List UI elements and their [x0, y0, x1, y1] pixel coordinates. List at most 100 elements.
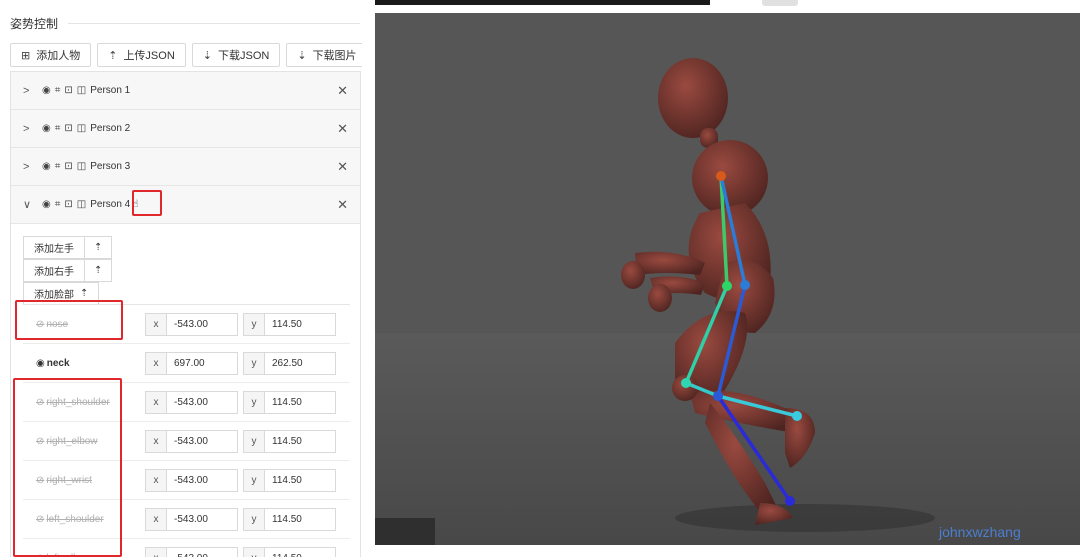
chevron-right-icon[interactable]: >: [23, 161, 39, 173]
x-input[interactable]: -543.00: [167, 390, 238, 414]
download-icon: ⇣: [297, 49, 307, 62]
x-label: x: [145, 468, 167, 492]
x-coordinate-field[interactable]: x 697.00: [145, 351, 238, 375]
y-label: y: [243, 390, 265, 414]
person-row[interactable]: > ◉ ⌗ ⊡ ◫ Person 1 ✕: [11, 72, 360, 110]
x-input[interactable]: -543.00: [167, 429, 238, 453]
add-left-hand-button[interactable]: 添加左手: [23, 236, 85, 259]
y-coordinate-field[interactable]: y 262.50: [243, 351, 336, 375]
person-name: Person 4: [90, 199, 131, 210]
eye-icon[interactable]: ◉: [42, 85, 51, 96]
upload-icon[interactable]: ⇡: [85, 236, 113, 259]
chevron-right-icon[interactable]: >: [23, 123, 39, 135]
unlock-icon[interactable]: ⊡: [64, 123, 72, 134]
eye-icon[interactable]: ◉: [36, 358, 45, 369]
keypoint-name[interactable]: ◉ neck: [36, 358, 70, 369]
add-person-label: 添加人物: [36, 50, 81, 62]
unlock-icon[interactable]: ⊡: [64, 161, 72, 172]
3d-viewport[interactable]: [375, 13, 1080, 545]
y-coordinate-field[interactable]: y114.50: [243, 546, 336, 557]
highlight-box: [132, 190, 162, 216]
upload-json-label: 上传JSON: [123, 50, 175, 62]
x-label: x: [145, 429, 167, 453]
keypoint-label: neck: [46, 357, 70, 369]
y-input[interactable]: 114.50: [265, 390, 336, 414]
close-icon[interactable]: ✕: [337, 197, 348, 213]
x-input[interactable]: -543.00: [167, 312, 238, 336]
add-right-hand-button[interactable]: 添加右手: [23, 259, 85, 282]
x-input[interactable]: -543.00: [167, 468, 238, 492]
y-coordinate-field[interactable]: y114.50: [243, 507, 336, 531]
mirror-icon[interactable]: ◫: [77, 85, 86, 96]
person-row[interactable]: > ◉ ⌗ ⊡ ◫ Person 3 ✕: [11, 148, 360, 186]
download-json-label: 下载JSON: [218, 50, 270, 62]
highlight-box: [13, 378, 122, 557]
download-json-button[interactable]: ⇣ 下载JSON: [191, 43, 281, 67]
unlock-icon[interactable]: ⊡: [64, 199, 72, 210]
y-coordinate-field[interactable]: y114.50: [243, 312, 336, 336]
upload-icon: ⇡: [108, 49, 118, 62]
eye-icon[interactable]: ◉: [42, 123, 51, 134]
focus-icon[interactable]: ⌗: [55, 85, 61, 96]
x-input[interactable]: -543.00: [167, 546, 238, 557]
panel-title: 姿势控制: [10, 16, 59, 31]
close-icon[interactable]: ✕: [337, 159, 348, 175]
mannequin: [621, 58, 815, 525]
y-label: y: [243, 429, 265, 453]
focus-icon[interactable]: ⌗: [55, 123, 61, 134]
top-dark-bar: [375, 0, 710, 5]
mannequin-scene: [375, 58, 935, 545]
unlock-icon[interactable]: ⊡: [64, 85, 72, 96]
y-coordinate-field[interactable]: y114.50: [243, 390, 336, 414]
y-input[interactable]: 114.50: [265, 429, 336, 453]
pose-control-panel: 姿势控制 ⊞ 添加人物 ⇡ 上传JSON ⇣ 下载JSON ⇣ 下载图片 > ◉ ⌗ ⊡ ◫ …: [0, 0, 362, 557]
upload-icon[interactable]: ⇡: [80, 288, 88, 299]
x-input[interactable]: 697.00: [167, 351, 238, 375]
x-coordinate-field[interactable]: x-543.00: [145, 507, 238, 531]
y-coordinate-field[interactable]: y114.50: [243, 468, 336, 492]
x-label: x: [145, 390, 167, 414]
x-input[interactable]: -543.00: [167, 507, 238, 531]
y-coordinate-field[interactable]: y114.50: [243, 429, 336, 453]
download-image-label: 下载图片: [312, 50, 357, 62]
top-tab[interactable]: [762, 0, 798, 6]
y-input[interactable]: 114.50: [265, 468, 336, 492]
x-coordinate-field[interactable]: x-543.00: [145, 546, 238, 557]
panel-title-row: 姿势控制: [10, 13, 360, 33]
person-row-expanded[interactable]: ∨ ◉ ⌗ ⊡ ◫ Person 4 ☝ ✕: [11, 186, 360, 224]
y-input[interactable]: 114.50: [265, 546, 336, 557]
upload-icon[interactable]: ⇡: [85, 259, 113, 282]
close-icon[interactable]: ✕: [337, 121, 348, 137]
upload-json-button[interactable]: ⇡ 上传JSON: [97, 43, 186, 67]
plus-square-icon: ⊞: [21, 49, 31, 62]
x-coordinate-field[interactable]: x-543.00: [145, 390, 238, 414]
y-input[interactable]: 114.50: [265, 507, 336, 531]
mirror-icon[interactable]: ◫: [77, 199, 86, 210]
close-icon[interactable]: ✕: [337, 83, 348, 99]
main-toolbar: ⊞ 添加人物 ⇡ 上传JSON ⇣ 下载JSON ⇣ 下载图片: [10, 43, 362, 67]
x-coordinate-field[interactable]: x-543.00: [145, 312, 238, 336]
add-face-label: 添加脸部: [34, 290, 74, 301]
y-input[interactable]: 262.50: [265, 351, 336, 375]
shadow: [675, 504, 935, 532]
focus-icon[interactable]: ⌗: [55, 161, 61, 172]
download-icon: ⇣: [202, 49, 212, 62]
download-image-button[interactable]: ⇣ 下载图片: [286, 43, 362, 67]
mirror-icon[interactable]: ◫: [77, 123, 86, 134]
eye-icon[interactable]: ◉: [42, 199, 51, 210]
x-coordinate-field[interactable]: x-543.00: [145, 468, 238, 492]
chevron-right-icon[interactable]: >: [23, 85, 39, 97]
x-label: x: [145, 351, 167, 375]
person-row[interactable]: > ◉ ⌗ ⊡ ◫ Person 2 ✕: [11, 110, 360, 148]
focus-icon[interactable]: ⌗: [55, 199, 61, 210]
y-input[interactable]: 114.50: [265, 312, 336, 336]
mirror-icon[interactable]: ◫: [77, 161, 86, 172]
floor-shadow: [375, 518, 435, 545]
x-label: x: [145, 507, 167, 531]
chevron-down-icon[interactable]: ∨: [23, 198, 39, 211]
person-name: Person 1: [90, 85, 131, 96]
person-name: Person 2: [90, 123, 131, 134]
eye-icon[interactable]: ◉: [42, 161, 51, 172]
x-coordinate-field[interactable]: x-543.00: [145, 429, 238, 453]
add-person-button[interactable]: ⊞ 添加人物: [10, 43, 92, 67]
